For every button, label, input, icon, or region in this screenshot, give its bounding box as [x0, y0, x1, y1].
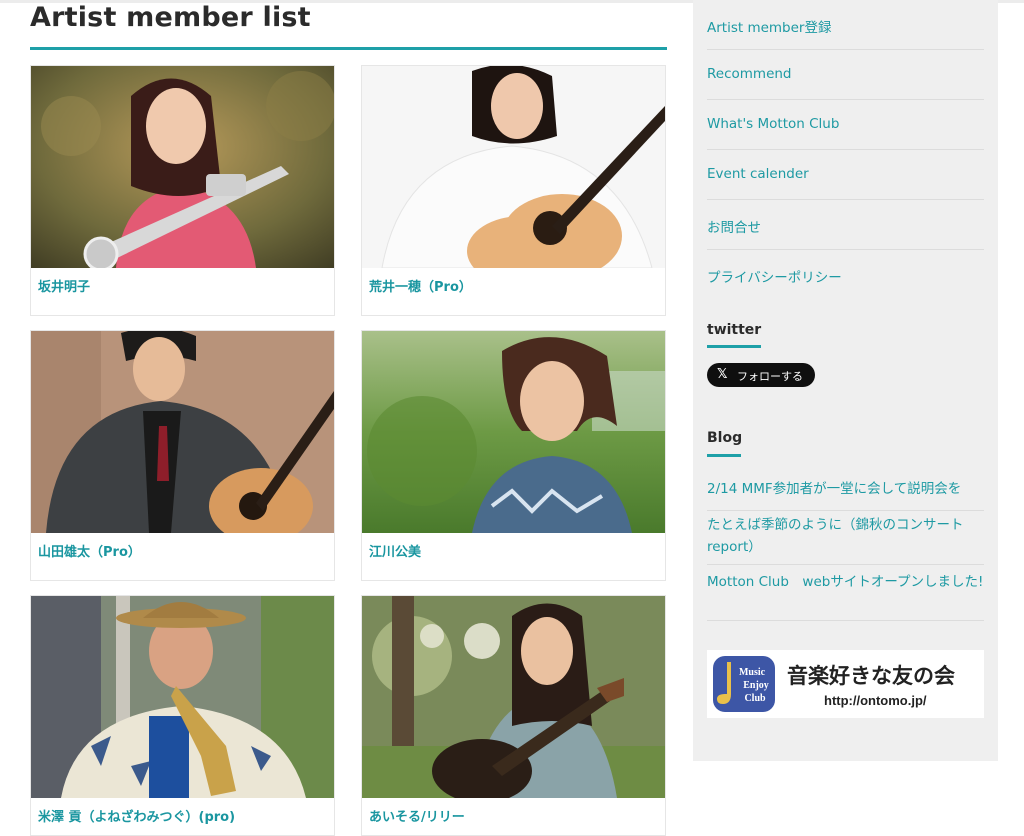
- artist-card[interactable]: 荒井一穂（Pro）: [361, 65, 666, 316]
- title-underline: [30, 47, 667, 50]
- blog-post-title[interactable]: 2/14 MMF参加者が一堂に会して説明会を: [707, 478, 984, 500]
- artist-name[interactable]: 江川公美: [369, 541, 421, 560]
- banner-logo-line3: Club: [744, 693, 766, 704]
- artist-card[interactable]: 米澤 貢（よねざわみつぐ）(pro): [30, 595, 335, 836]
- blog-post-link[interactable]: 2/14 MMF参加者が一堂に会して説明会を: [707, 478, 984, 511]
- artist-photo[interactable]: [31, 66, 334, 268]
- ontomo-banner[interactable]: Music Enjoy Club 音楽好きな友の会 http://ontomo.…: [707, 650, 984, 718]
- sidebar-link-event-calendar[interactable]: Event calender: [707, 150, 984, 200]
- artist-name[interactable]: 山田雄太（Pro）: [38, 541, 141, 560]
- sidebar-link-contact[interactable]: お問合せ: [707, 200, 984, 250]
- sidebar-link-about[interactable]: What's Motton Club: [707, 100, 984, 150]
- sidebar-link-label[interactable]: Recommend: [707, 66, 792, 82]
- artist-card[interactable]: あいそる/リリー: [361, 595, 666, 836]
- blog-heading: Blog: [707, 430, 743, 446]
- artist-card[interactable]: 坂井明子: [30, 65, 335, 316]
- sidebar-link-privacy[interactable]: プライバシーポリシー: [707, 250, 984, 300]
- blog-heading-underline: [707, 454, 741, 457]
- follow-label: フォローする: [737, 370, 803, 383]
- blog-post-link[interactable]: Motton Club webサイトオープンしました!: [707, 571, 984, 621]
- artist-name[interactable]: 荒井一穂（Pro）: [369, 276, 472, 295]
- banner-title: 音楽好きな友の会: [787, 664, 955, 688]
- sidebar-link-label[interactable]: Artist member登録: [707, 16, 831, 36]
- twitter-follow-button[interactable]: 𝕏 フォローする: [707, 363, 815, 387]
- blog-post-title[interactable]: たとえば季節のように（錦秋のコンサートreport）: [707, 514, 984, 558]
- banner-url: http://ontomo.jp/: [824, 693, 927, 708]
- banner-graphic: Music Enjoy Club 音楽好きな友の会 http://ontomo.…: [713, 656, 955, 712]
- main-content: Artist member list 坂井明子 荒井一穂（Pro） 山田雄太（P…: [30, 0, 667, 836]
- artist-name[interactable]: あいそる/リリー: [369, 806, 465, 825]
- blog-post-title[interactable]: Motton Club webサイトオープンしました!: [707, 571, 984, 593]
- artist-name[interactable]: 坂井明子: [38, 276, 90, 295]
- sidebar-link-label[interactable]: Event calender: [707, 166, 809, 182]
- page-title: Artist member list: [30, 2, 311, 33]
- sidebar-link-label[interactable]: お問合せ: [707, 216, 761, 236]
- sidebar-link-label[interactable]: What's Motton Club: [707, 116, 839, 132]
- banner-logo-line1: Music: [739, 667, 766, 678]
- x-logo-icon: 𝕏: [717, 367, 728, 382]
- blog-post-link[interactable]: たとえば季節のように（錦秋のコンサートreport）: [707, 514, 984, 565]
- artist-photo[interactable]: [362, 331, 665, 533]
- sidebar-link-artist-register[interactable]: Artist member登録: [707, 0, 984, 50]
- twitter-heading-underline: [707, 345, 761, 348]
- sidebar: Artist member登録 Recommend What's Motton …: [693, 0, 998, 761]
- twitter-heading: twitter: [707, 322, 762, 338]
- artist-photo[interactable]: [362, 66, 665, 268]
- artist-photo[interactable]: [31, 331, 334, 533]
- sidebar-link-label[interactable]: プライバシーポリシー: [707, 266, 842, 286]
- banner-logo-line2: Enjoy: [743, 680, 769, 691]
- artist-card[interactable]: 山田雄太（Pro）: [30, 330, 335, 581]
- artist-photo[interactable]: [31, 596, 334, 798]
- sidebar-link-recommend[interactable]: Recommend: [707, 50, 984, 100]
- artist-name[interactable]: 米澤 貢（よねざわみつぐ）(pro): [38, 806, 235, 825]
- artist-photo[interactable]: [362, 596, 665, 798]
- artist-card[interactable]: 江川公美: [361, 330, 666, 581]
